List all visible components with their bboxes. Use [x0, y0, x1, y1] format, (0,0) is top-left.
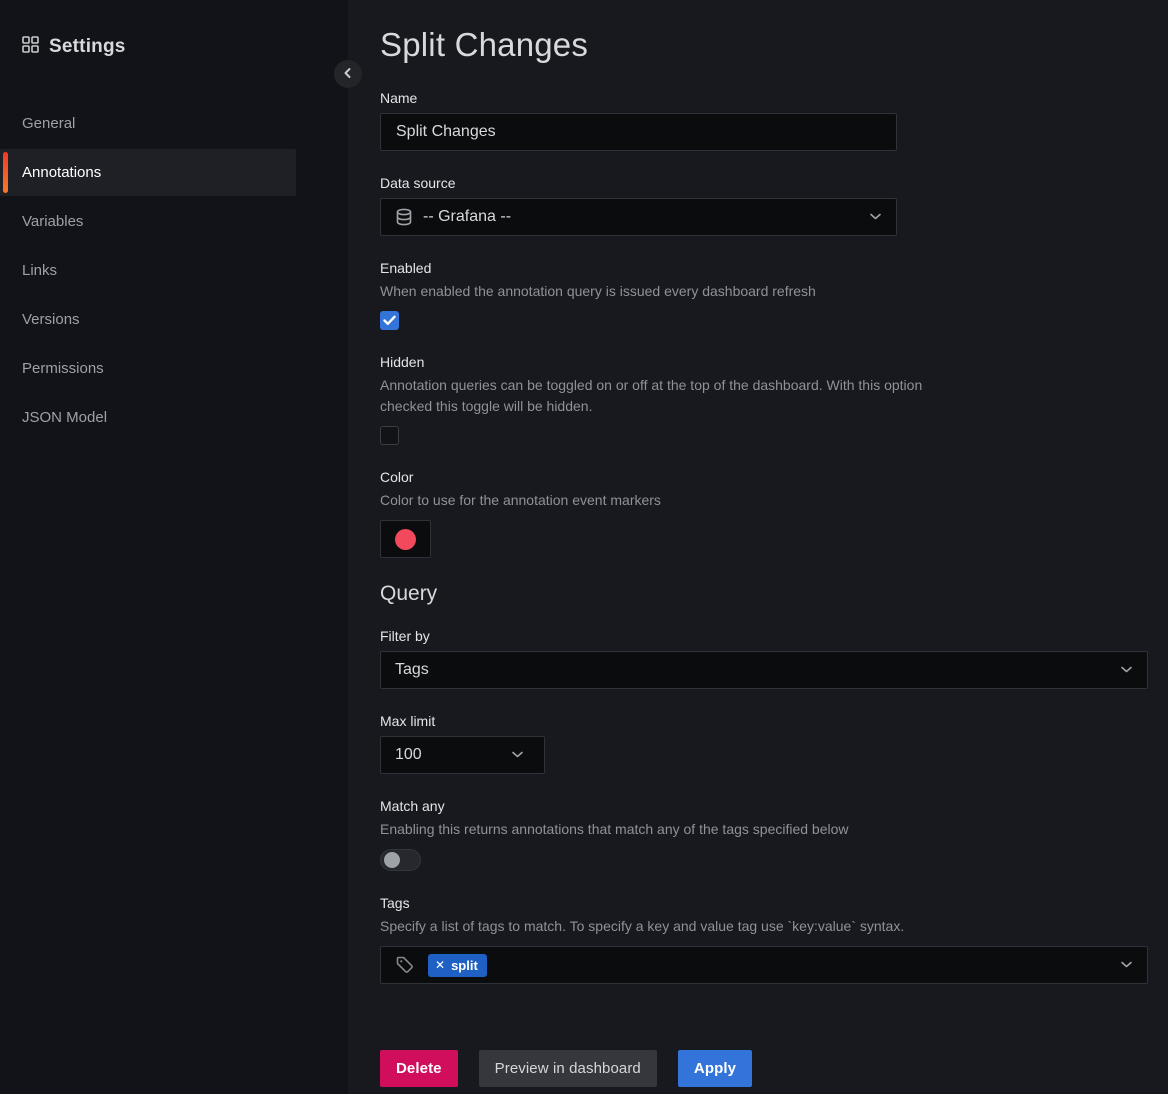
color-picker-swatch[interactable]: [380, 520, 431, 558]
annotation-name-input[interactable]: [380, 113, 897, 151]
max-limit-select[interactable]: 100: [380, 736, 545, 774]
enabled-checkbox[interactable]: [380, 311, 399, 330]
hidden-description: Annotation queries can be toggled on or …: [380, 375, 965, 417]
settings-sidebar: Settings General Annotations Variables L…: [0, 0, 348, 1094]
sidebar-item-json-model[interactable]: JSON Model: [0, 394, 296, 441]
enabled-field: Enabled When enabled the annotation quer…: [380, 260, 1148, 330]
toggle-knob: [384, 852, 400, 868]
color-field: Color Color to use for the annotation ev…: [380, 469, 1148, 558]
sidebar-title: Settings: [49, 36, 126, 58]
filter-by-field: Filter by Tags: [380, 628, 1148, 689]
chevron-down-icon: [511, 746, 524, 764]
tag-chip-label: split: [451, 958, 478, 973]
sidebar-item-variables[interactable]: Variables: [0, 198, 296, 245]
chevron-down-icon: [869, 208, 882, 226]
color-label: Color: [380, 469, 1148, 485]
check-icon: [383, 315, 396, 326]
apply-button[interactable]: Apply: [678, 1050, 752, 1087]
tag-icon: [395, 955, 415, 975]
data-source-value: -- Grafana --: [423, 208, 869, 226]
max-limit-label: Max limit: [380, 713, 1148, 729]
sidebar-item-label: JSON Model: [22, 409, 107, 426]
action-buttons: Delete Preview in dashboard Apply: [380, 1050, 1148, 1087]
sidebar-item-general[interactable]: General: [0, 100, 296, 147]
sidebar-item-label: Variables: [22, 213, 83, 230]
filter-by-label: Filter by: [380, 628, 1148, 644]
match-any-label: Match any: [380, 798, 1148, 814]
match-any-toggle[interactable]: [380, 849, 421, 871]
chevron-down-icon: [1120, 956, 1133, 974]
hidden-checkbox[interactable]: [380, 426, 399, 445]
name-label: Name: [380, 90, 1148, 106]
max-limit-value: 100: [395, 746, 511, 764]
tags-description: Specify a list of tags to match. To spec…: [380, 916, 1148, 937]
sidebar-nav: General Annotations Variables Links Vers…: [0, 100, 296, 441]
sidebar-item-label: Versions: [22, 311, 80, 328]
collapse-sidebar-button[interactable]: [334, 60, 362, 88]
color-swatch-circle: [395, 529, 416, 550]
data-source-label: Data source: [380, 175, 1148, 191]
name-field: Name: [380, 90, 1148, 151]
sidebar-item-annotations[interactable]: Annotations: [0, 149, 296, 196]
preview-in-dashboard-button[interactable]: Preview in dashboard: [479, 1050, 657, 1087]
sidebar-item-links[interactable]: Links: [0, 247, 296, 294]
sidebar-item-label: Links: [22, 262, 57, 279]
sidebar-item-label: Permissions: [22, 360, 104, 377]
query-section-title: Query: [380, 582, 1148, 606]
sidebar-item-label: Annotations: [22, 164, 101, 181]
apps-grid-icon: [22, 36, 39, 58]
delete-button[interactable]: Delete: [380, 1050, 458, 1087]
enabled-label: Enabled: [380, 260, 1148, 276]
page-title: Split Changes: [380, 26, 1148, 64]
sidebar-header: Settings: [0, 36, 348, 58]
enabled-description: When enabled the annotation query is iss…: [380, 281, 1148, 302]
tags-label: Tags: [380, 895, 1148, 911]
match-any-field: Match any Enabling this returns annotati…: [380, 798, 1148, 871]
sidebar-item-permissions[interactable]: Permissions: [0, 345, 296, 392]
tag-chip-split[interactable]: ✕ split: [428, 954, 487, 977]
chevron-down-icon: [1120, 661, 1133, 679]
chevron-left-icon: [342, 67, 354, 82]
tags-input[interactable]: ✕ split: [380, 946, 1148, 984]
color-description: Color to use for the annotation event ma…: [380, 490, 1148, 511]
hidden-field: Hidden Annotation queries can be toggled…: [380, 354, 1148, 445]
data-source-select[interactable]: -- Grafana --: [380, 198, 897, 236]
sidebar-item-versions[interactable]: Versions: [0, 296, 296, 343]
remove-tag-icon[interactable]: ✕: [435, 959, 445, 971]
sidebar-item-label: General: [22, 115, 75, 132]
annotation-settings-panel: Split Changes Name Data source -- Grafan…: [348, 0, 1168, 1094]
max-limit-field: Max limit 100: [380, 713, 1148, 774]
filter-by-value: Tags: [395, 661, 1120, 679]
data-source-field: Data source -- Grafana --: [380, 175, 1148, 236]
filter-by-select[interactable]: Tags: [380, 651, 1148, 689]
tags-field: Tags Specify a list of tags to match. To…: [380, 895, 1148, 984]
hidden-label: Hidden: [380, 354, 1148, 370]
match-any-description: Enabling this returns annotations that m…: [380, 819, 1148, 840]
database-icon: [395, 208, 413, 227]
